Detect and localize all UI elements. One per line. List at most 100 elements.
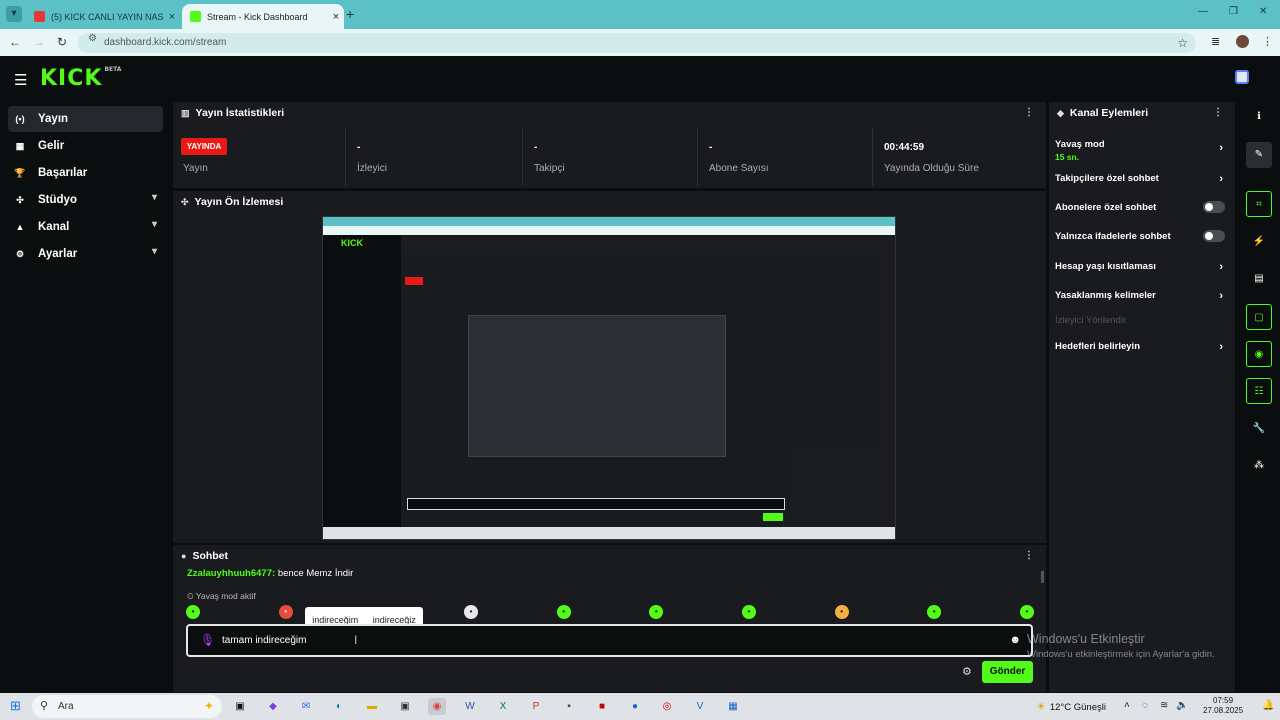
action-account-age[interactable]: Hesap yaşı kısıtlaması › xyxy=(1055,261,1229,273)
emote-icon[interactable]: • xyxy=(834,605,849,619)
more-options-icon[interactable]: ⋮ xyxy=(1024,107,1034,118)
action-subscribers-only[interactable]: Abonelere özel sohbet xyxy=(1055,201,1229,213)
edit-icon[interactable]: ✎ xyxy=(1246,142,1272,168)
lightning-icon[interactable]: ⚡ xyxy=(1246,229,1272,255)
sidebar-item-ayarlar[interactable]: ⚙ Ayarlar ▾ xyxy=(8,241,163,267)
send-button[interactable]: Gönder xyxy=(982,661,1033,683)
network-icon[interactable]: ◌ xyxy=(1142,700,1148,711)
bookmark-star-icon[interactable]: ☆ xyxy=(1177,33,1188,53)
chrome-icon[interactable]: ◉ xyxy=(428,698,446,715)
mod-tools-icon[interactable]: ⁂ xyxy=(1246,453,1272,479)
task-view-icon[interactable]: ▣ xyxy=(231,698,249,715)
tab-title: Stream - Kick Dashboard xyxy=(207,11,308,22)
action-slow-mode[interactable]: Yavaş mod 15 sn. › xyxy=(1055,139,1229,162)
info-icon[interactable]: ℹ xyxy=(1246,104,1272,130)
emoji-picker-icon[interactable]: ☻ xyxy=(1009,634,1021,646)
app-icon[interactable]: ▪ xyxy=(560,698,578,715)
vscode-icon[interactable]: V xyxy=(691,698,709,715)
powerpoint-icon[interactable]: P xyxy=(527,698,545,715)
reload-icon[interactable]: ↻ xyxy=(57,35,67,49)
preview-sidebar: KICK xyxy=(323,235,401,531)
obs-icon[interactable]: ◎ xyxy=(658,698,676,715)
emote-icon[interactable]: • xyxy=(556,605,571,619)
browser-tab-kick-dashboard[interactable]: Stream - Kick Dashboard × xyxy=(182,4,344,29)
kick-logo[interactable]: KICK BETA xyxy=(40,66,121,91)
site-info-icon[interactable]: ⚙ xyxy=(88,33,97,44)
chat-settings-icon[interactable]: ⚙ xyxy=(962,665,972,678)
layout-icon[interactable]: ☷ xyxy=(1246,378,1272,404)
reading-list-icon[interactable]: ≣ xyxy=(1211,35,1220,48)
sidebar-item-basarilar[interactable]: 🏆 Başarılar xyxy=(8,160,163,186)
close-tab-icon[interactable]: × xyxy=(164,11,180,23)
emote-icon[interactable]: • xyxy=(927,605,942,619)
file-explorer-icon[interactable]: ▬ xyxy=(363,698,381,715)
chat-username[interactable]: Zzalauyhhuuh6477: xyxy=(187,568,275,579)
toggle-switch[interactable] xyxy=(1203,201,1225,213)
microphone-icon[interactable]: 🎙 xyxy=(200,633,215,647)
action-set-goals[interactable]: Hedefleri belirleyin › xyxy=(1055,341,1229,353)
action-emotes-only[interactable]: Yalnızca ifadelerle sohbet xyxy=(1055,230,1229,242)
volume-icon[interactable]: 🔈 xyxy=(1176,700,1188,711)
weather-widget[interactable]: ☀ 12°C Güneşli xyxy=(1036,700,1106,713)
copilot-app-icon[interactable]: ◆ xyxy=(264,698,282,715)
emote-icon[interactable]: • xyxy=(741,605,756,619)
store-icon[interactable]: ▣ xyxy=(396,698,414,715)
word-icon[interactable]: W xyxy=(461,698,479,715)
stat-value: - xyxy=(534,142,538,153)
emote-icon[interactable]: • xyxy=(1019,605,1034,619)
emote-icon[interactable]: • xyxy=(463,605,478,619)
emote-icon[interactable]: • xyxy=(649,605,664,619)
notification-icon[interactable]: 🔔 xyxy=(1262,700,1274,711)
url-field[interactable]: dashboard.kick.com/stream ☆ xyxy=(78,33,1196,53)
clipboard-icon[interactable]: ▤ xyxy=(1246,266,1272,292)
tab-title: (5) KICK CANLI YAYIN NASIL YA... xyxy=(51,11,164,22)
wrench-icon[interactable]: 🔧 xyxy=(1246,416,1272,442)
minimize-icon[interactable]: — xyxy=(1198,6,1208,17)
sidebar-item-studyo[interactable]: ✣ Stüdyo ▾ xyxy=(8,187,163,213)
toggle-switch[interactable] xyxy=(1203,230,1225,242)
user-avatar[interactable] xyxy=(1235,70,1249,84)
excel-icon[interactable]: X xyxy=(494,698,512,715)
action-followers-only[interactable]: Takipçilere özel sohbet › xyxy=(1055,173,1229,185)
more-options-icon[interactable]: ⋮ xyxy=(1024,550,1034,561)
back-icon[interactable]: ← xyxy=(9,35,21,49)
chat-icon[interactable]: ▢ xyxy=(1246,304,1272,330)
forward-icon[interactable]: → xyxy=(33,35,45,49)
divider xyxy=(345,128,346,186)
app-window-icon[interactable]: ▦ xyxy=(724,698,742,715)
screenshot-icon[interactable]: ⌗ xyxy=(1246,191,1272,217)
tab-search-icon[interactable]: ▾ xyxy=(6,6,22,22)
restore-icon[interactable]: ❐ xyxy=(1229,6,1238,17)
action-banned-words[interactable]: Yasaklanmış kelimeler › xyxy=(1055,290,1229,302)
sidebar-item-kanal[interactable]: ▲ Kanal ▾ xyxy=(8,214,163,240)
edge-icon[interactable]: ◐ xyxy=(330,698,348,715)
tray-chevron-icon[interactable]: ˄ xyxy=(1124,700,1130,711)
beta-tag: BETA xyxy=(104,66,122,73)
app-blue-icon[interactable]: ● xyxy=(626,698,644,715)
app-red-icon[interactable]: ■ xyxy=(593,698,611,715)
more-options-icon[interactable]: ⋮ xyxy=(1213,107,1223,118)
stream-preview-video[interactable]: KICK xyxy=(322,216,896,540)
browser-menu-icon[interactable]: ⋮ xyxy=(1262,35,1273,48)
emote-icon[interactable]: • xyxy=(186,605,200,619)
wifi-icon[interactable]: ≋ xyxy=(1160,700,1168,711)
sidebar-item-gelir[interactable]: ▦ Gelir xyxy=(8,133,163,159)
new-tab-icon[interactable]: + xyxy=(346,6,354,22)
broadcast-icon[interactable]: ◉ xyxy=(1246,341,1272,367)
sidebar-item-yayin[interactable]: (•) Yayın xyxy=(8,106,163,132)
emote-icon[interactable]: • xyxy=(278,605,293,619)
suggestion-item[interactable]: indireceğim xyxy=(312,615,358,625)
browser-tab-youtube[interactable]: (5) KICK CANLI YAYIN NASIL YA... × xyxy=(26,4,180,29)
windows-start-icon[interactable]: ⊞ xyxy=(10,699,24,713)
chat-input[interactable]: 🎙 tamam indireceğim ☻ xyxy=(186,624,1033,657)
mail-icon[interactable]: ✉ xyxy=(297,698,315,715)
hamburger-menu-icon[interactable]: ☰ xyxy=(14,71,27,89)
taskbar-search[interactable]: ⚲ Ara ✦ xyxy=(32,695,222,718)
suggestion-item[interactable]: indireceğiz xyxy=(373,615,416,625)
close-window-icon[interactable]: ✕ xyxy=(1259,6,1267,17)
clock[interactable]: 07:59 27.08.2025 xyxy=(1203,696,1243,716)
chat-scrollbar[interactable] xyxy=(1041,571,1044,583)
close-tab-icon[interactable]: × xyxy=(328,11,344,23)
profile-avatar[interactable] xyxy=(1236,35,1249,48)
copilot-icon: ✦ xyxy=(203,699,214,713)
